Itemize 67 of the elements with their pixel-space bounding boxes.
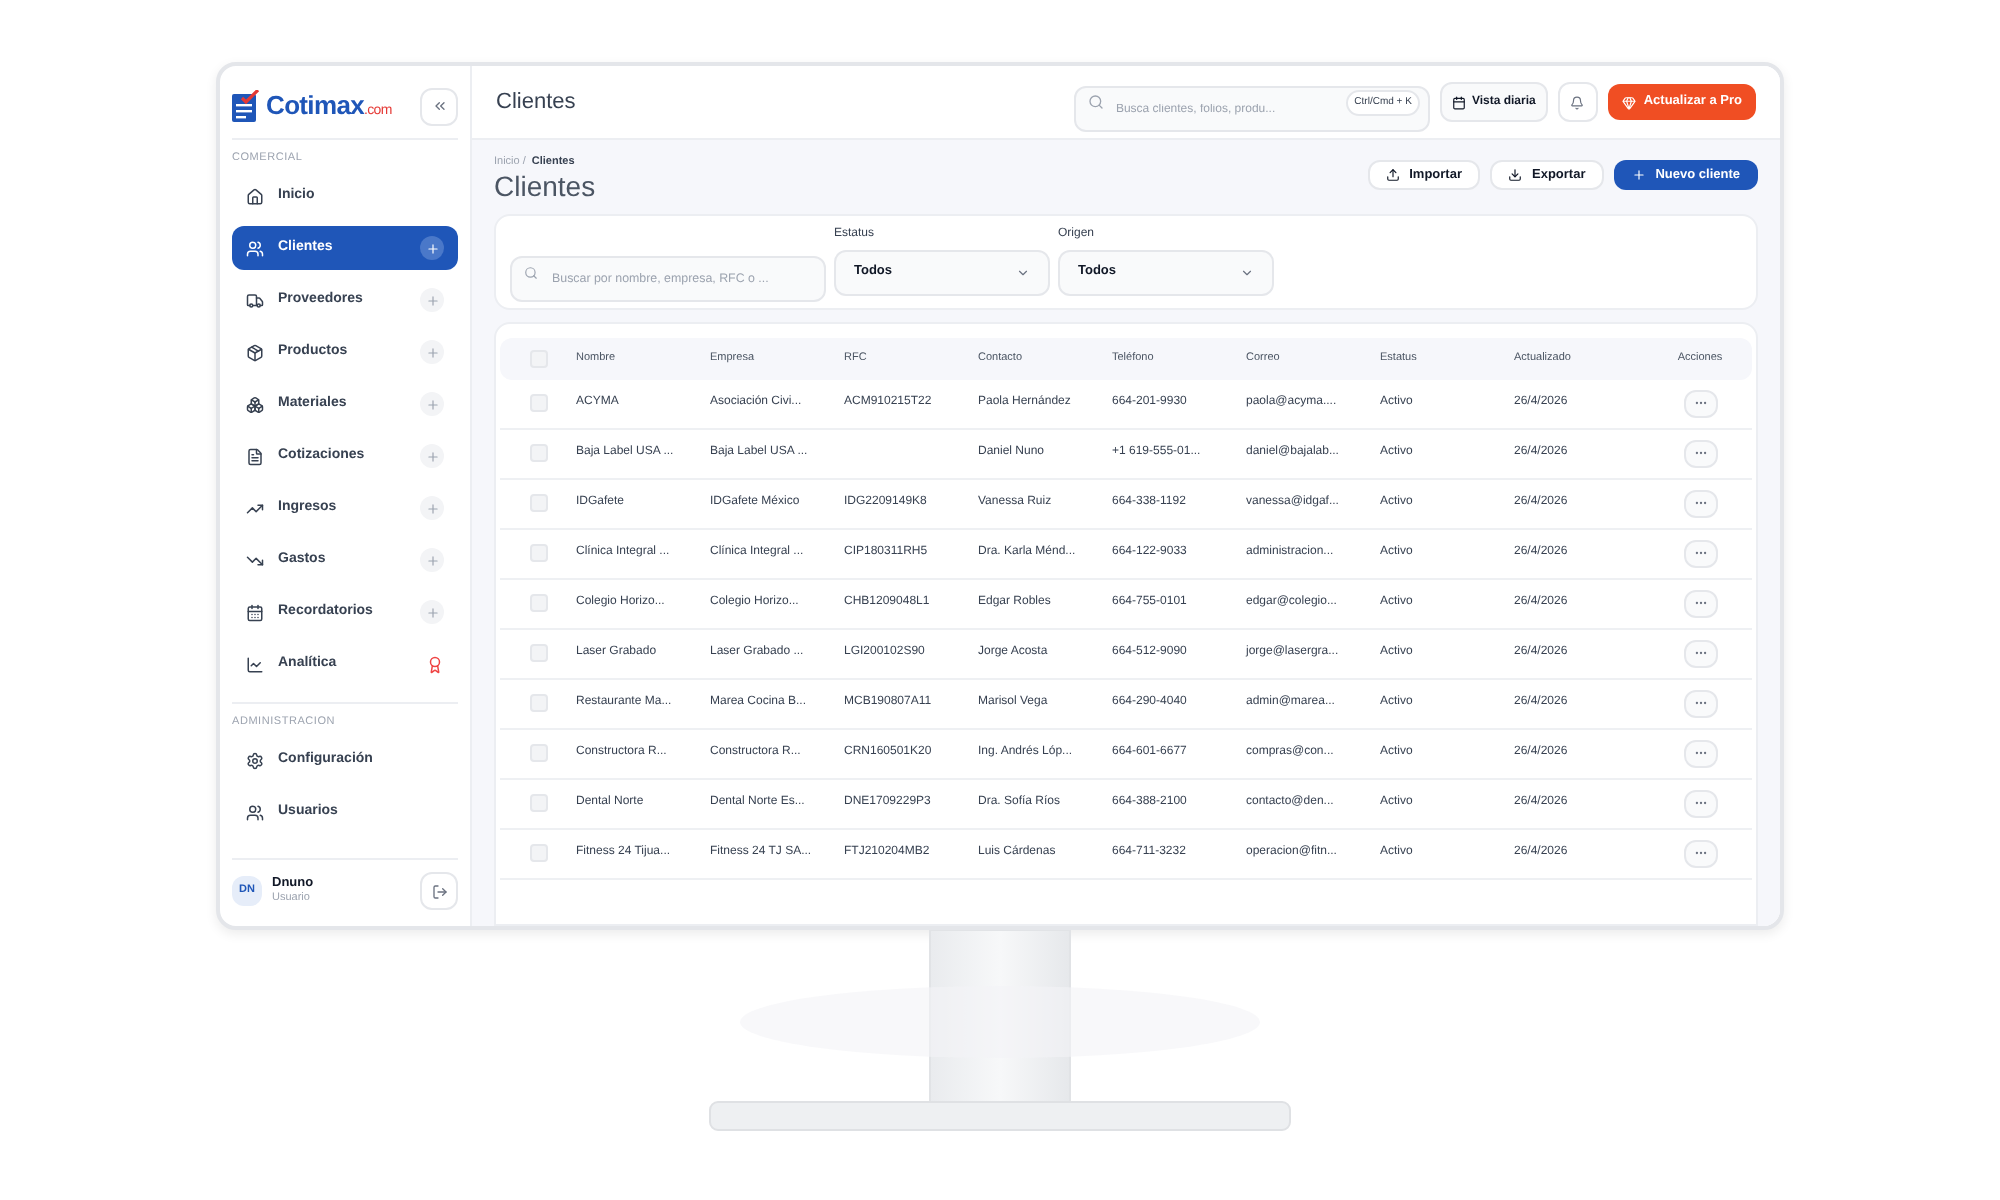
add-button[interactable] <box>420 288 444 313</box>
chevron-down-icon <box>1016 265 1030 280</box>
row-checkbox[interactable] <box>530 644 548 663</box>
plus-icon <box>425 241 439 256</box>
plus-icon <box>1631 168 1646 182</box>
notifications-button[interactable] <box>1557 82 1598 122</box>
home-icon <box>246 187 264 206</box>
row-actions-button[interactable] <box>1683 589 1717 618</box>
plus-icon <box>425 553 439 568</box>
row-checkbox[interactable] <box>530 594 548 613</box>
boxes-icon <box>246 395 264 414</box>
plus-icon <box>425 397 439 412</box>
award-icon <box>426 655 444 674</box>
settings-icon <box>246 752 264 770</box>
row-actions-button[interactable] <box>1683 839 1717 868</box>
row-actions-button[interactable] <box>1683 689 1717 718</box>
add-button[interactable] <box>420 444 444 469</box>
add-button[interactable] <box>420 392 444 417</box>
package-icon <box>246 343 264 362</box>
add-button[interactable] <box>420 236 444 261</box>
row-checkbox[interactable] <box>530 444 548 463</box>
row-checkbox[interactable] <box>530 794 548 813</box>
search-icon <box>1087 93 1104 109</box>
gem-icon <box>1621 95 1636 109</box>
plus-icon <box>425 449 439 464</box>
chevron-down-icon <box>1240 265 1254 280</box>
calendar-icon <box>1451 95 1466 109</box>
plus-icon <box>425 501 439 516</box>
trend-down-icon <box>246 551 264 570</box>
row-actions-button[interactable] <box>1683 539 1717 568</box>
search-icon <box>524 265 538 280</box>
download-icon <box>1508 168 1522 182</box>
row-actions-button[interactable] <box>1683 489 1717 518</box>
logout-button[interactable] <box>420 872 458 910</box>
add-button[interactable] <box>420 496 444 521</box>
logout-icon <box>431 883 447 899</box>
users-icon <box>246 804 264 822</box>
logo-icon <box>232 90 260 122</box>
line-chart-icon <box>246 655 264 674</box>
page-title: Clientes <box>494 170 596 206</box>
row-checkbox[interactable] <box>530 844 548 863</box>
collapse-button[interactable] <box>420 87 458 125</box>
row-checkbox[interactable] <box>530 744 548 763</box>
bell-icon <box>1570 95 1585 109</box>
row-checkbox[interactable] <box>530 694 548 713</box>
chevrons-left-icon <box>431 98 447 114</box>
trend-up-icon <box>246 499 264 518</box>
add-button[interactable] <box>420 340 444 365</box>
row-actions-button[interactable] <box>1683 439 1717 468</box>
add-button[interactable] <box>420 548 444 573</box>
row-actions-button[interactable] <box>1683 639 1717 668</box>
header-title: Clientes <box>496 87 576 118</box>
row-actions-button[interactable] <box>1683 789 1717 818</box>
document-icon <box>246 447 264 466</box>
row-checkbox[interactable] <box>530 394 548 413</box>
calendar-icon <box>246 603 264 622</box>
row-checkbox[interactable] <box>530 494 548 513</box>
plus-icon <box>425 345 439 360</box>
users-icon <box>246 239 264 258</box>
row-actions-button[interactable] <box>1683 389 1717 418</box>
row-actions-button[interactable] <box>1683 739 1717 768</box>
plus-icon <box>425 605 439 620</box>
plus-icon <box>425 293 439 308</box>
add-button[interactable] <box>420 600 444 625</box>
row-checkbox[interactable] <box>530 544 548 563</box>
upload-icon <box>1385 168 1400 182</box>
truck-icon <box>246 291 264 310</box>
